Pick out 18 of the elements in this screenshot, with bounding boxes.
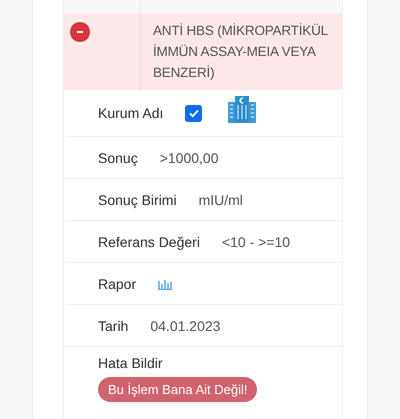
field-label: Tarih bbox=[98, 318, 128, 334]
buildings-icon bbox=[228, 96, 256, 122]
field-label: Hata Bildir bbox=[98, 355, 163, 371]
test-name: ANTİ HBS (MİKROPARTİKÜL İMMÜN ASSAY-MEIA VEYA BENZERİ) bbox=[152, 22, 329, 82]
field-label: Sonuç Birimi bbox=[98, 192, 177, 208]
field-label: Sonuç bbox=[98, 150, 138, 166]
field-value: <10 - >=10 bbox=[222, 234, 290, 250]
bar-chart-icon[interactable] bbox=[158, 278, 172, 290]
report-error-button[interactable]: Bu İşlem Bana Ait Değil! bbox=[98, 377, 258, 402]
field-label: Referans Değeri bbox=[98, 234, 200, 250]
checkbox[interactable] bbox=[185, 104, 202, 122]
field-label: Kurum Adı bbox=[98, 105, 164, 121]
check-icon bbox=[188, 107, 200, 119]
collapse-button[interactable] bbox=[70, 22, 90, 42]
field-label: Rapor bbox=[98, 276, 136, 292]
field-value: >1000,00 bbox=[160, 150, 218, 166]
field-value: mIU/ml bbox=[198, 192, 243, 208]
field-value: 04.01.2023 bbox=[150, 318, 220, 334]
